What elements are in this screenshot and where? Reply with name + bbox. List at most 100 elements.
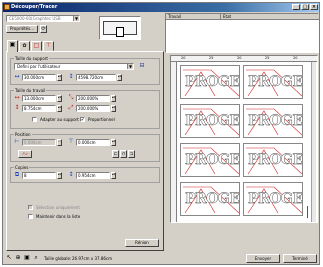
support-preset-value: Defini par l'utilisateur (17, 64, 61, 69)
selection-only-label: Sélection uniquement (36, 205, 80, 210)
sticker-preview: PROGETTI (180, 104, 240, 138)
position-group: Position ⊢ 0.000cm ▴▾ ⊤ 0.000cm ▴▾ ↗↙ ⊏ … (10, 132, 160, 162)
done-button[interactable]: Terminé (283, 254, 317, 263)
job-col-etat[interactable]: Etat (221, 14, 320, 20)
copies-group-title: Copies (14, 165, 30, 170)
position-x-field[interactable]: 0.000cm (22, 139, 56, 146)
sticker-text: PROGETTI (248, 191, 303, 207)
fit-support-checkbox[interactable] (32, 117, 37, 122)
origin-marker (307, 206, 310, 218)
sticker-text: PROGETTI (248, 113, 303, 129)
copies-spacing-field[interactable]: 0.954cm (76, 172, 110, 179)
keep-on-top-checkbox[interactable] (28, 214, 33, 219)
close-button[interactable]: × (310, 4, 318, 10)
ruler-tick: 20 (293, 56, 298, 60)
chevron-down-icon[interactable]: ▼ (127, 64, 133, 69)
device-select-value: CE5000-60(Graphtec USB (9, 16, 61, 21)
tab-frame[interactable]: □ (31, 41, 42, 51)
scale-y-field[interactable]: 200.000% (76, 105, 110, 112)
align-right-icon: ⊐ (129, 151, 134, 156)
spacing-icon: ↕ (68, 171, 74, 178)
settings-panel: Taille du support Defini par l'utilisate… (6, 51, 164, 251)
sticker-text: PROGETTI (185, 74, 240, 90)
copies-count-spinner[interactable]: ▴▾ (57, 172, 62, 179)
reset-button[interactable]: Rénion (125, 239, 159, 247)
proportional-checkbox[interactable]: ✔ (80, 117, 85, 122)
global-size-label: Taille globale: (44, 256, 72, 261)
pointer-icon[interactable]: ↖ (6, 255, 12, 261)
support-group: Taille du support Defini par l'utilisate… (10, 56, 160, 85)
scale-x-field[interactable]: 200.000% (76, 95, 110, 102)
work-height-spinner[interactable]: ▴▾ (57, 105, 62, 112)
sticker-text: PROGETTI (248, 152, 303, 168)
copies-group: Copies ⧉ 8 ▴▾ ↕ 0.954cm ▴▾ (10, 165, 160, 183)
move-origin-button[interactable]: ↗↙ (18, 150, 32, 158)
position-y-spinner[interactable]: ▴▾ (111, 139, 116, 146)
work-width-spinner[interactable]: ▴▾ (57, 95, 62, 102)
app-window: Découper/Tracer _ □ × CE5000-60(Graphtec… (2, 2, 320, 265)
properties-button[interactable]: Propriétés... (6, 25, 38, 33)
work-size-group: Taille du travail ↔ 13.000cm ▴▾ ⤡ 200.00… (10, 88, 160, 129)
maximize-button[interactable]: □ (301, 4, 309, 10)
media-preview (99, 16, 141, 40)
work-height-icon: ↕ (14, 104, 20, 111)
align-right-button[interactable]: ⊐ (128, 150, 135, 158)
work-height-field[interactable]: 8.754cm (22, 105, 56, 112)
sticker-preview: PROGETTI (180, 65, 240, 99)
scale-x-spinner[interactable]: ▴▾ (111, 95, 116, 102)
sticker-preview: PROGETTI (243, 104, 303, 138)
fit-page-icon[interactable]: ▣ (24, 255, 30, 261)
support-width-spinner[interactable]: ▴▾ (57, 74, 62, 81)
job-list-header: Travail Etat (166, 14, 320, 20)
work-width-icon: ↔ (14, 94, 20, 101)
title-bar: Découper/Tracer _ □ × (3, 3, 319, 12)
zoom-in-icon[interactable]: ⊕ (15, 255, 21, 261)
copies-count-field[interactable]: 8 (22, 172, 56, 179)
align-center-button[interactable]: ⊓ (120, 150, 127, 158)
device-select[interactable]: CE5000-60(Graphtec USB ▼ (6, 15, 80, 22)
scale-y-spinner[interactable]: ▴▾ (111, 105, 116, 112)
selection-only-checkbox[interactable] (28, 205, 33, 210)
minimize-button[interactable]: _ (292, 4, 300, 10)
frame-icon: □ (33, 42, 40, 49)
support-group-title: Taille du support (14, 56, 50, 61)
align-left-icon: ⊏ (113, 151, 118, 156)
support-length-field[interactable]: 4598.720cm (76, 74, 116, 81)
tab-page[interactable]: ▣ (7, 40, 18, 52)
ruler-tick: 20 (181, 56, 186, 60)
align-left-button[interactable]: ⊏ (112, 150, 119, 158)
copies-icon: ⧉ (14, 171, 20, 178)
sheet-icon (116, 27, 124, 37)
proportional-label: Proportionnel (88, 117, 115, 122)
sticker-preview: PROGETTI (180, 143, 240, 177)
send-button[interactable]: Envoyer (246, 254, 280, 263)
zoom-icon[interactable]: ⌕ (33, 255, 39, 261)
status-bar: ↖ ⊕ ▣ ⌕ Taille globale: 26.97cm x 37.86c… (4, 254, 319, 264)
position-x-spinner[interactable]: ▴▾ (57, 139, 62, 146)
vertical-scrollbar[interactable] (311, 62, 316, 222)
scale-x-icon: ⤡ (68, 94, 74, 101)
support-width-field[interactable]: 30.000cm (22, 74, 56, 81)
tab-blade[interactable]: ⊤ (43, 41, 54, 51)
ruler-tick: 20 (237, 56, 242, 60)
cut-preview[interactable]: 20 25 20 25 20 PROGETTI PROGETTI PROGETTI P… (170, 55, 318, 223)
sticker-preview: PROGETTI (243, 143, 303, 177)
support-orientation-icon[interactable]: ⊟ (139, 63, 145, 69)
ruler-left (171, 62, 177, 222)
support-length-spinner[interactable]: ▴▾ (117, 74, 122, 81)
blade-icon: ⊤ (45, 42, 52, 49)
sticker-text: PROGETTI (248, 74, 303, 90)
support-preset-select[interactable]: Defini par l'utilisateur ▼ (14, 63, 134, 70)
weed-icon: ✿ (22, 43, 27, 49)
refresh-icon[interactable]: ⟳ (40, 25, 47, 33)
fit-support-label: Adapter au support (40, 117, 79, 122)
chevron-down-icon[interactable]: ▼ (73, 16, 79, 21)
sticker-text: PROGETTI (185, 113, 240, 129)
ruler-top: 20 25 20 25 20 (171, 56, 317, 62)
work-width-field[interactable]: 13.000cm (22, 95, 56, 102)
tab-weed[interactable]: ✿ (19, 41, 30, 51)
position-y-field[interactable]: 0.000cm (76, 139, 110, 146)
copies-spacing-spinner[interactable]: ▴▾ (111, 172, 116, 179)
sticker-preview: PROGETTI (180, 182, 240, 216)
job-col-travail[interactable]: Travail (166, 14, 221, 20)
